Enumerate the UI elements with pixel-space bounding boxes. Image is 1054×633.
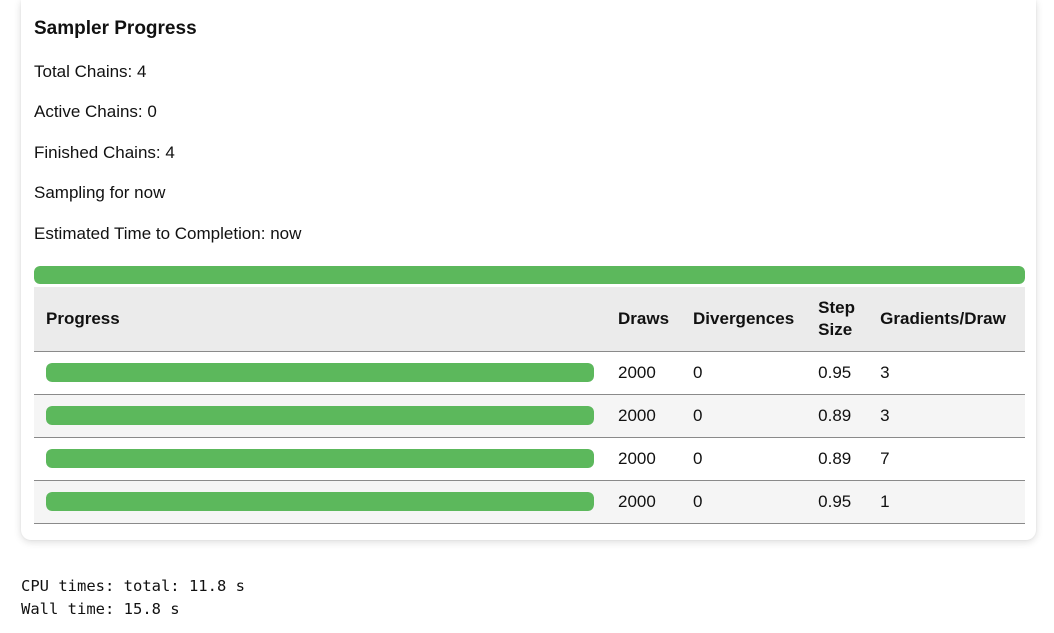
- table-row: 2000 0 0.95 1: [34, 480, 1025, 523]
- gradients-per-draw-cell: 3: [880, 405, 890, 425]
- step-size-cell: 0.95: [818, 362, 852, 382]
- gradients-per-draw-cell: 1: [880, 491, 890, 511]
- sampler-progress-card: Sampler Progress Total Chains: 4 Active …: [21, 0, 1036, 540]
- divergences-cell: 0: [693, 362, 703, 382]
- wall-time-text: Wall time: 15.8 s: [21, 600, 180, 618]
- table-row: 2000 0 0.95 3: [34, 351, 1025, 394]
- header-gradients-per-draw: Gradients/Draw: [880, 308, 1006, 328]
- table-row: 2000 0 0.89 3: [34, 394, 1025, 437]
- chains-table: Progress Draws Divergences Step Size Gra…: [34, 287, 1025, 524]
- header-draws: Draws: [618, 308, 670, 328]
- header-progress: Progress: [46, 308, 120, 328]
- step-size-cell: 0.95: [818, 491, 852, 511]
- chain-progress-cell: [34, 394, 606, 437]
- active-chains-text: Active Chains: 0: [34, 102, 157, 121]
- eta-text: Estimated Time to Completion: now: [34, 224, 302, 243]
- divergences-cell: 0: [693, 448, 703, 468]
- chain-progress-bar: [46, 363, 594, 382]
- step-size-cell: 0.89: [818, 405, 852, 425]
- sampler-title: Sampler Progress: [34, 18, 197, 39]
- draws-cell: 2000: [618, 405, 656, 425]
- gradients-per-draw-cell: 3: [880, 362, 890, 382]
- step-size-cell: 0.89: [818, 448, 852, 468]
- chain-progress-fill: [46, 449, 594, 468]
- finished-chains-text: Finished Chains: 4: [34, 143, 175, 162]
- header-step-size: Step Size: [818, 297, 855, 339]
- draws-cell: 2000: [618, 491, 656, 511]
- cpu-times-text: CPU times: total: 11.8 s: [21, 577, 245, 595]
- draws-cell: 2000: [618, 362, 656, 382]
- chain-progress-bar: [46, 449, 594, 468]
- header-divergences: Divergences: [693, 308, 795, 328]
- chain-progress-cell: [34, 437, 606, 480]
- cell-output: CPU times: total: 11.8 s Wall time: 15.8…: [21, 575, 245, 621]
- gradients-per-draw-cell: 7: [880, 448, 890, 468]
- chain-progress-fill: [46, 363, 594, 382]
- chain-progress-bar: [46, 406, 594, 425]
- table-header-row: Progress Draws Divergences Step Size Gra…: [34, 287, 1025, 351]
- overall-progress-bar: [34, 266, 1025, 284]
- draws-cell: 2000: [618, 448, 656, 468]
- overall-progress-fill: [34, 266, 1025, 284]
- chain-progress-fill: [46, 492, 594, 511]
- divergences-cell: 0: [693, 491, 703, 511]
- chain-progress-cell: [34, 351, 606, 394]
- chain-progress-cell: [34, 480, 606, 523]
- sampling-time-text: Sampling for now: [34, 183, 166, 202]
- chain-progress-fill: [46, 406, 594, 425]
- total-chains-text: Total Chains: 4: [34, 62, 147, 81]
- table-row: 2000 0 0.89 7: [34, 437, 1025, 480]
- chain-progress-bar: [46, 492, 594, 511]
- divergences-cell: 0: [693, 405, 703, 425]
